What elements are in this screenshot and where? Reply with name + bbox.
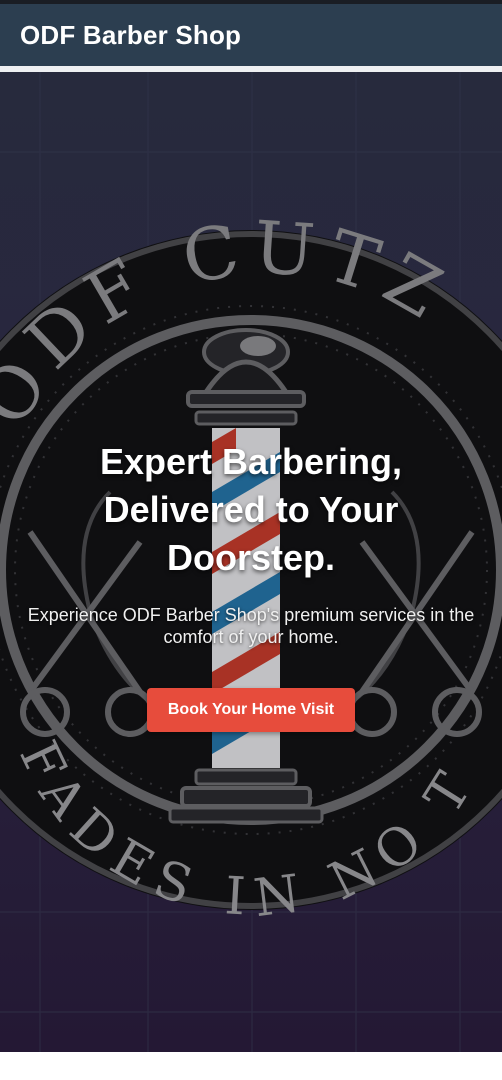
hero-title: Expert Barbering, Delivered to Your Door… — [99, 441, 403, 578]
hero-section: ODF CUTZ FADES IN NO TI — [0, 72, 502, 1052]
navbar: ODF Barber Shop — [0, 4, 502, 66]
hero-content: Expert Barbering, Delivered to Your Door… — [0, 438, 502, 732]
page-bottom — [0, 1052, 502, 1080]
brand-title[interactable]: ODF Barber Shop — [20, 20, 241, 51]
book-home-visit-button[interactable]: Book Your Home Visit — [147, 688, 355, 732]
hero-subtitle: Experience ODF Barber Shop's premium ser… — [27, 605, 475, 647]
